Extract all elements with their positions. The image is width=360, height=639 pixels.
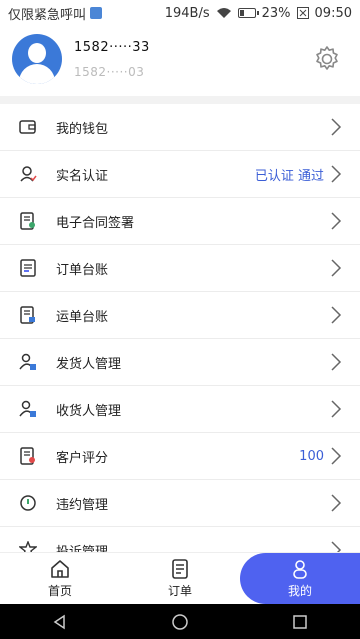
tab-home[interactable]: 首页 bbox=[0, 553, 120, 604]
consignee-icon bbox=[18, 399, 38, 419]
carrier-text: 仅限紧急呼叫 bbox=[8, 7, 87, 23]
wallet-icon bbox=[18, 117, 38, 137]
breach-icon bbox=[18, 493, 38, 513]
battery-icon bbox=[237, 8, 259, 18]
chevron-right-icon bbox=[331, 400, 342, 418]
rating-icon bbox=[18, 446, 38, 466]
bottom-tab-bar: 首页 订单 我的 bbox=[0, 552, 360, 604]
chevron-right-icon bbox=[331, 118, 342, 136]
menu-item-label: 我的钱包 bbox=[56, 121, 109, 137]
menu-item-customer-rating[interactable]: 客户评分 100 bbox=[0, 433, 360, 480]
menu-item-contract[interactable]: 电子合同签署 bbox=[0, 198, 360, 245]
contract-icon bbox=[18, 211, 38, 231]
section-divider bbox=[0, 96, 360, 104]
shipper-icon bbox=[18, 352, 38, 372]
chevron-right-icon bbox=[331, 212, 342, 230]
chevron-right-icon bbox=[331, 165, 342, 183]
system-nav-bar bbox=[0, 604, 360, 639]
chevron-right-icon bbox=[331, 259, 342, 277]
tab-label: 首页 bbox=[47, 584, 72, 598]
auth-status-value: 已认证 通过 bbox=[254, 168, 324, 184]
avatar[interactable] bbox=[12, 34, 62, 84]
profile-header[interactable]: 1582·····33 1582·····03 bbox=[0, 26, 360, 92]
menu-item-label: 发货人管理 bbox=[56, 356, 122, 372]
recent-apps-button[interactable] bbox=[290, 612, 310, 632]
tab-label: 订单 bbox=[167, 584, 192, 598]
tab-label: 我的 bbox=[287, 584, 312, 598]
chevron-right-icon bbox=[331, 353, 342, 371]
waybill-ledger-icon bbox=[18, 305, 38, 325]
menu-item-label: 订单台账 bbox=[56, 262, 109, 278]
wifi-icon bbox=[216, 8, 231, 18]
status-left: 仅限紧急呼叫 bbox=[8, 4, 103, 23]
back-button[interactable] bbox=[50, 612, 70, 632]
menu-item-shipper[interactable]: 发货人管理 bbox=[0, 339, 360, 386]
profile-icon bbox=[293, 560, 307, 579]
chevron-right-icon bbox=[331, 494, 342, 512]
home-button[interactable] bbox=[170, 612, 190, 632]
menu-item-breach[interactable]: 违约管理 bbox=[0, 480, 360, 527]
sim-icon bbox=[90, 7, 103, 19]
battery-percent: 23% bbox=[261, 5, 291, 21]
menu-item-label: 客户评分 bbox=[56, 450, 109, 466]
menu-item-waybill-ledger[interactable]: 运单台账 bbox=[0, 292, 360, 339]
home-icon bbox=[51, 560, 69, 578]
menu-item-label: 运单台账 bbox=[56, 309, 109, 325]
network-speed: 194B/s bbox=[164, 5, 210, 21]
order-icon bbox=[172, 559, 188, 579]
menu-item-label: 收货人管理 bbox=[56, 403, 122, 419]
menu-item-label: 实名认证 bbox=[56, 168, 109, 184]
menu-item-order-ledger[interactable]: 订单台账 bbox=[0, 245, 360, 292]
close-app-icon bbox=[296, 7, 309, 19]
menu-list: 我的钱包 实名认证 已认证 通过 电子合同签署 订单台账 运单台账 发货人管理 … bbox=[0, 104, 360, 574]
tab-orders[interactable]: 订单 bbox=[120, 553, 240, 604]
phone-number-primary: 1582·····33 bbox=[74, 39, 150, 55]
menu-item-label: 电子合同签署 bbox=[56, 215, 135, 231]
clock: 09:50 bbox=[314, 5, 352, 21]
profile-info: 1582·····33 1582·····03 bbox=[74, 40, 150, 79]
tab-mine[interactable]: 我的 bbox=[240, 553, 360, 604]
menu-item-real-name-auth[interactable]: 实名认证 已认证 通过 bbox=[0, 151, 360, 198]
menu-item-label: 违约管理 bbox=[56, 497, 109, 513]
chevron-right-icon bbox=[331, 447, 342, 465]
gear-icon[interactable] bbox=[312, 44, 342, 74]
menu-item-consignee[interactable]: 收货人管理 bbox=[0, 386, 360, 433]
menu-item-wallet[interactable]: 我的钱包 bbox=[0, 104, 360, 151]
chevron-right-icon bbox=[331, 306, 342, 324]
status-right: 194B/s 23% 09:50 bbox=[165, 6, 352, 21]
status-bar: 仅限紧急呼叫 194B/s 23% 09:50 bbox=[0, 0, 360, 26]
user-verify-icon bbox=[18, 164, 38, 184]
rating-score-value: 100 bbox=[299, 448, 324, 464]
phone-number-secondary: 1582·····03 bbox=[74, 64, 145, 79]
order-ledger-icon bbox=[18, 258, 38, 278]
